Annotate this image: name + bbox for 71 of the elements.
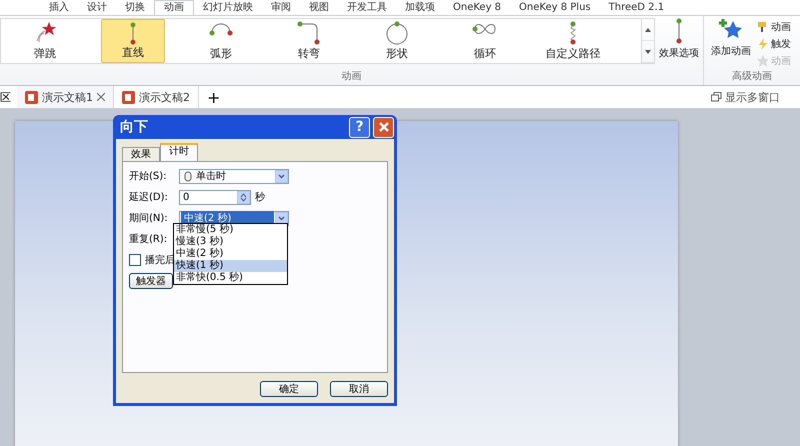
help-button[interactable]: ? [349,116,370,138]
menu-tab[interactable]: 动画 [154,0,194,15]
spinner-arrows-icon [240,192,247,202]
add-animation-button[interactable]: 添加动画 [707,18,755,58]
straight-path-icon [675,18,683,44]
lightning-icon [757,38,769,50]
menu-tab[interactable]: 加载项 [396,1,444,15]
tab-text: 区 [0,90,12,104]
presentation-file-icon [122,90,135,104]
checkbox[interactable] [129,254,141,266]
menu-tab[interactable]: 开发工具 [338,1,396,15]
field-label: 期间(N): [129,212,169,225]
straight-path-icon [129,22,137,45]
field-label: 延迟(D): [129,191,169,204]
brush-icon [757,20,769,32]
arc-path-icon [209,21,233,37]
list-option[interactable]: 非常快(0.5 秒) [174,272,287,284]
cancel-button[interactable]: 取消 [330,381,388,397]
close-button[interactable] [373,116,394,138]
document-tab[interactable]: 演示文稿1 [17,86,114,108]
menu-tab[interactable]: 插入 [40,1,78,15]
menu-tab[interactable]: 幻灯片放映 [194,1,262,15]
menu-tab[interactable]: OneKey 8 Plus [510,1,600,15]
windows-icon [711,92,722,102]
animation-option[interactable]: 弹跳 [13,19,77,63]
animation-option[interactable]: 循环 [453,19,517,63]
menu-tab[interactable]: ThreeD 2.1 [600,1,674,15]
animation-option[interactable]: 转弯 [277,19,341,63]
menu-tab[interactable]: 审阅 [262,1,300,15]
turn-path-icon [297,21,321,45]
presentation-file-icon [25,90,38,104]
dialog-title: 向下 [119,118,149,136]
ok-button[interactable]: 确定 [260,381,318,397]
dialog-tab[interactable]: 计时 [160,143,198,161]
group-label: 动画 [340,70,362,84]
animation-option[interactable]: 弧形 [189,19,253,63]
unit-label: 秒 [255,190,265,204]
field-label: 开始(S): [129,170,168,183]
ribbon-small-button[interactable]: 触发 [757,35,791,52]
circle-path-icon [385,21,409,45]
effect-options-button[interactable]: 效果选项 [655,18,703,60]
menu-tab[interactable]: 视图 [300,1,338,15]
animation-option[interactable]: 自定义路径 [541,19,605,63]
animation-option[interactable]: 直线 [101,19,165,63]
list-option[interactable]: 慢速(3 秒) [174,236,287,248]
list-option[interactable]: 快速(1 秒) [174,260,287,272]
menu-tab[interactable]: 设计 [78,1,116,15]
chevron-down-icon [278,216,285,220]
scribble-path-icon [569,21,577,45]
chevron-down-icon [278,174,285,178]
group-label: 高级动画 [731,70,773,84]
loop-path-icon [472,21,498,37]
start-dropdown[interactable]: 单击时 [179,168,289,184]
list-option[interactable]: 中速(2 秒) [174,248,287,260]
new-tab-button[interactable]: + [199,88,228,106]
ribbon-small-button[interactable]: 动画 [757,18,791,35]
menu-tab[interactable]: 切换 [116,1,154,15]
mouse-icon [183,170,193,182]
trigger-button[interactable]: 触发器 [129,273,173,289]
dialog-tab[interactable]: 效果 [122,147,160,161]
scroll-down-icon[interactable] [645,50,651,54]
menu-tab[interactable]: OneKey 8 [444,1,510,15]
delay-spinner[interactable]: 0 [179,190,251,204]
multi-window-button[interactable]: 显示多窗口 [722,90,800,104]
animation-option[interactable]: 形状 [365,19,429,63]
field-label: 重复(R): [129,232,168,246]
star-icon [757,54,769,66]
close-icon[interactable] [97,93,105,101]
scroll-up-icon[interactable] [645,28,651,32]
close-icon [378,122,388,132]
list-option[interactable]: 非常慢(5 秒) [174,224,287,236]
